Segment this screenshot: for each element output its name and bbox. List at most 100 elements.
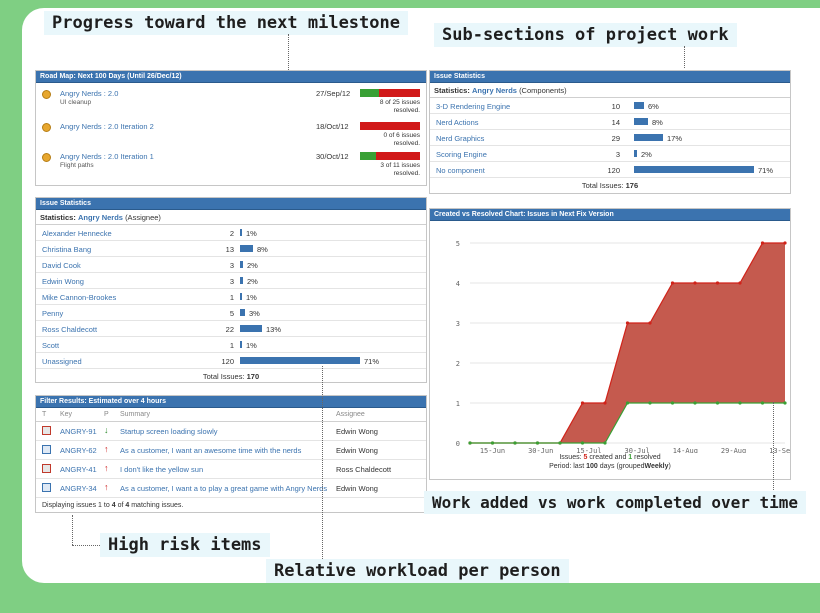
release-date: 30/Oct/12 bbox=[316, 152, 349, 161]
stats-label[interactable]: Nerd Actions bbox=[436, 118, 479, 127]
issues-mid: created and bbox=[589, 454, 627, 461]
resolved-point bbox=[603, 441, 607, 445]
filter-row[interactable]: ANGRY-34 ↑ As a customer, I want a to play… bbox=[36, 479, 426, 498]
leader-milestone bbox=[288, 34, 289, 70]
callout-milestone: Progress toward the next milestone bbox=[44, 11, 408, 35]
col-type[interactable]: T bbox=[42, 411, 46, 418]
stats-count: 120 bbox=[221, 357, 234, 366]
footer-total: 4 bbox=[125, 502, 130, 509]
stats-count: 2 bbox=[229, 229, 234, 238]
total-label: Total Issues: bbox=[202, 372, 245, 381]
project-link[interactable]: Angry Nerds bbox=[78, 213, 123, 222]
stats-count: 120 bbox=[607, 166, 620, 175]
chart-footer-issues: Issues: 5 created and 1 resolved bbox=[430, 453, 790, 462]
release-date: 18/Oct/12 bbox=[316, 122, 349, 131]
stats-bar bbox=[240, 245, 253, 252]
stats-label[interactable]: Unassigned bbox=[42, 357, 82, 366]
issue-assignee: Edwin Wong bbox=[336, 484, 378, 493]
stats-label[interactable]: Nerd Graphics bbox=[436, 134, 484, 143]
filter-row[interactable]: ANGRY-62 ↑ As a customer, I want an awesom… bbox=[36, 441, 426, 460]
issue-key-link[interactable]: ANGRY-41 bbox=[60, 465, 97, 474]
created-point bbox=[783, 241, 787, 245]
project-link[interactable]: Angry Nerds bbox=[472, 86, 517, 95]
stats-label[interactable]: Mike Cannon-Brookes bbox=[42, 293, 116, 302]
stats-row: 3-D Rendering Engine 10 6% bbox=[430, 98, 790, 114]
issues-end: resolved bbox=[634, 454, 661, 461]
issue-summary-link[interactable]: Startup screen loading slowly bbox=[120, 427, 218, 436]
heading-group: (Assignee) bbox=[125, 213, 161, 222]
filter-row[interactable]: ANGRY-41 ↑ I don't like the yellow sun Ross… bbox=[36, 460, 426, 479]
roadmap-item: Angry Nerds : 2.0 UI cleanup 27/Sep/12 8 of… bbox=[42, 89, 420, 119]
leader-high-risk-v bbox=[72, 515, 73, 545]
stats-label[interactable]: Alexander Hennecke bbox=[42, 229, 112, 238]
stats-count: 13 bbox=[225, 245, 234, 254]
progress-bar[interactable] bbox=[360, 152, 420, 160]
stats-percent: 1% bbox=[246, 229, 257, 238]
stats-percent: 17% bbox=[667, 134, 683, 143]
progress-done bbox=[360, 152, 377, 160]
col-assignee[interactable]: Assignee bbox=[336, 411, 365, 418]
version-icon bbox=[42, 153, 51, 162]
callout-workload: Relative workload per person bbox=[266, 559, 569, 583]
issue-summary-link[interactable]: I don't like the yellow sun bbox=[120, 465, 203, 474]
resolved-point bbox=[760, 401, 765, 405]
col-summary[interactable]: Summary bbox=[120, 411, 150, 418]
progress-bar[interactable] bbox=[360, 89, 420, 97]
resolved-count: 8 of 25 issues resolved. bbox=[379, 99, 420, 114]
stats-label[interactable]: 3-D Rendering Engine bbox=[436, 102, 510, 111]
issue-summary-link[interactable]: As a customer, I want an awesome time wi… bbox=[120, 446, 301, 455]
issue-summary-link[interactable]: As a customer, I want a to play a great … bbox=[120, 484, 327, 493]
total-value: 176 bbox=[625, 181, 639, 190]
resolved-point bbox=[693, 401, 697, 405]
issue-assignee: Edwin Wong bbox=[336, 427, 378, 436]
stats-bar bbox=[240, 325, 262, 332]
stats-percent: 6% bbox=[648, 102, 659, 111]
resolved-point bbox=[558, 441, 562, 445]
stats-row: Edwin Wong 3 2% bbox=[36, 273, 426, 289]
stats-label[interactable]: Scott bbox=[42, 341, 59, 350]
created-point bbox=[715, 281, 720, 285]
col-priority[interactable]: P bbox=[104, 411, 109, 418]
callout-work-added: Work added vs work completed over time bbox=[424, 491, 807, 514]
stats-label[interactable]: Christina Bang bbox=[42, 245, 91, 254]
stats-row: David Cook 3 2% bbox=[36, 257, 426, 273]
callout-high-risk: High risk items bbox=[100, 533, 270, 557]
progress-bar[interactable] bbox=[360, 122, 420, 130]
stats-label[interactable]: Edwin Wong bbox=[42, 277, 84, 286]
stats-percent: 1% bbox=[246, 293, 257, 302]
footer-pre: Displaying issues bbox=[42, 502, 97, 509]
stats-count: 3 bbox=[229, 277, 234, 286]
filter-results-gadget: Filter Results: Estimated over 4 hours T… bbox=[35, 395, 427, 513]
stats-row: Scoring Engine 3 2% bbox=[430, 146, 790, 162]
story-icon bbox=[42, 483, 51, 492]
release-date: 27/Sep/12 bbox=[316, 89, 351, 98]
col-key[interactable]: Key bbox=[60, 411, 72, 418]
stats-label[interactable]: No component bbox=[436, 166, 485, 175]
stats-label[interactable]: Scoring Engine bbox=[436, 150, 487, 159]
issue-key-link[interactable]: ANGRY-62 bbox=[60, 446, 97, 455]
stats-bar bbox=[634, 134, 663, 141]
stats-row: Nerd Graphics 29 17% bbox=[430, 130, 790, 146]
version-icon bbox=[42, 90, 51, 99]
stats-count: 1 bbox=[229, 293, 234, 302]
resolved-point bbox=[715, 401, 720, 405]
issue-key-link[interactable]: ANGRY-91 bbox=[60, 427, 97, 436]
stats-label[interactable]: David Cook bbox=[42, 261, 81, 270]
version-link[interactable]: Angry Nerds : 2.0 Iteration 1 bbox=[60, 152, 154, 161]
version-link[interactable]: Angry Nerds : 2.0 bbox=[60, 89, 118, 98]
bug-icon bbox=[42, 464, 51, 473]
stats-label[interactable]: Penny bbox=[42, 309, 63, 318]
period-days: 100 bbox=[586, 463, 598, 470]
issue-key-link[interactable]: ANGRY-34 bbox=[60, 484, 97, 493]
stats-label[interactable]: Ross Chaldecott bbox=[42, 325, 97, 334]
created-point bbox=[603, 401, 607, 405]
progress-remaining bbox=[379, 89, 420, 97]
stats-percent: 8% bbox=[257, 245, 268, 254]
assignee-stats-total: Total Issues: 170 bbox=[36, 369, 426, 381]
resolved-point bbox=[490, 441, 495, 445]
resolved-series-line bbox=[470, 402, 785, 444]
version-link[interactable]: Angry Nerds : 2.0 Iteration 2 bbox=[60, 122, 154, 131]
stats-percent: 71% bbox=[758, 166, 774, 175]
filter-row[interactable]: ANGRY-91 ↓ Startup screen loading slowly Ed… bbox=[36, 422, 426, 441]
stats-row: No component 120 71% bbox=[430, 162, 790, 178]
